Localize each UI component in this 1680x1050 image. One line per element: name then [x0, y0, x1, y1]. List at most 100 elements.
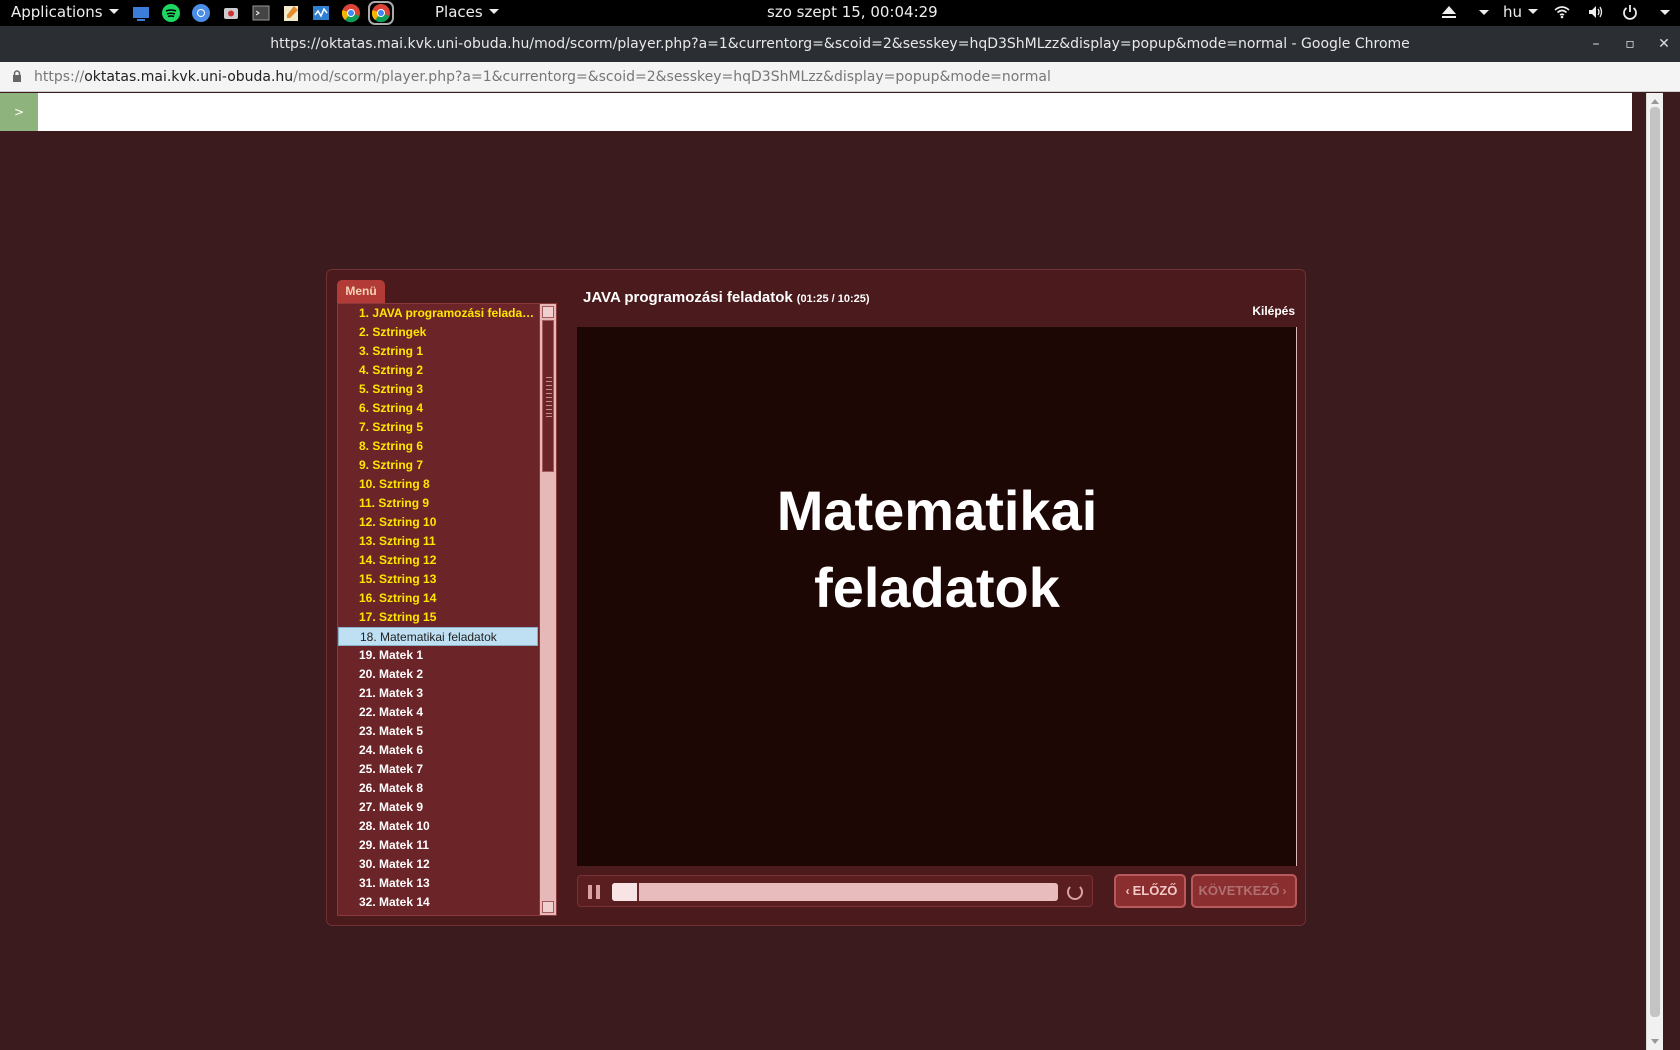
pause-icon[interactable] [588, 885, 601, 899]
previous-button[interactable]: ‹ ELŐZŐ [1114, 874, 1186, 908]
gnome-top-bar: Applications Places szo szept 15, 00:04:… [0, 0, 1680, 26]
menu-item[interactable]: 1. JAVA programozási feladatok [338, 304, 538, 323]
menu-item[interactable]: 24. Matek 6 [338, 741, 538, 760]
clock[interactable]: szo szept 15, 00:04:29 [767, 3, 938, 21]
menu-item[interactable]: 20. Matek 2 [338, 665, 538, 684]
menu-item[interactable]: 9. Sztring 7 [338, 456, 538, 475]
language-label: hu [1502, 3, 1522, 21]
menu-item[interactable]: 3. Sztring 1 [338, 342, 538, 361]
progress-bar[interactable] [612, 883, 1058, 901]
system-tray: hu [1439, 3, 1670, 21]
chrome-active-icon[interactable] [368, 1, 394, 25]
slide-time: (01:25 / 10:25) [796, 293, 870, 305]
minimize-icon[interactable]: – [1590, 26, 1602, 62]
menu-item[interactable]: 21. Matek 3 [338, 684, 538, 703]
menu-item[interactable]: 27. Matek 9 [338, 798, 538, 817]
menu-list: 1. JAVA programozási feladatok 2. Sztring… [338, 304, 538, 915]
address-bar[interactable]: https://oktatas.mai.kvk.uni-obuda.hu/mod… [0, 62, 1680, 92]
window-title-bar: https://oktatas.mai.kvk.uni-obuda.hu/mod… [0, 26, 1680, 62]
url-scheme: https:// [34, 69, 85, 85]
window-controls: – ▫ ✕ [1590, 26, 1670, 62]
menu-item[interactable]: 30. Matek 12 [338, 855, 538, 874]
chevron-down-icon [488, 9, 499, 14]
toc-toggle-button[interactable]: > [0, 93, 38, 131]
menu-item[interactable]: 17. Sztring 15 [338, 608, 538, 627]
replay-icon[interactable] [1067, 884, 1083, 900]
menu-tab[interactable]: Menü [337, 280, 385, 305]
scroll-thumb[interactable] [542, 320, 554, 472]
menu-item[interactable]: 28. Matek 10 [338, 817, 538, 836]
chevron-down-icon [108, 9, 119, 14]
chevron-down-icon [1660, 9, 1670, 15]
slide-title: JAVA programozási feladatok (01:25 / 10:2… [583, 289, 870, 306]
page-scroll-thumb[interactable] [1650, 107, 1660, 1017]
menu-item[interactable]: 6. Sztring 4 [338, 399, 538, 418]
exit-link[interactable]: Kilépés [1252, 304, 1295, 318]
slide-stage: Matematikai feladatok [577, 327, 1297, 866]
places-menu[interactable]: Places [435, 3, 499, 21]
scroll-grip [546, 377, 552, 417]
screenshot-icon[interactable] [220, 3, 242, 23]
playback-controls [577, 875, 1093, 907]
applications-label: Applications [11, 3, 103, 21]
previous-label: ELŐZŐ [1132, 883, 1178, 898]
menu-item[interactable]: 4. Sztring 2 [338, 361, 538, 380]
slide-title-text: JAVA programozási feladatok [583, 289, 793, 306]
menu-item[interactable]: 26. Matek 8 [338, 779, 538, 798]
chevron-left-icon: ‹ [1125, 884, 1130, 898]
spotify-icon[interactable] [160, 3, 182, 23]
power-icon[interactable] [1620, 3, 1640, 21]
chrome-icon[interactable] [340, 3, 362, 23]
eject-icon[interactable] [1439, 3, 1459, 21]
chevron-right-icon: › [1282, 884, 1287, 898]
menu-item[interactable]: 15. Sztring 13 [338, 570, 538, 589]
menu-item[interactable]: 11. Sztring 9 [338, 494, 538, 513]
next-button[interactable]: KÖVETKEZŐ › [1191, 874, 1297, 908]
menu-item[interactable]: 16. Sztring 14 [338, 589, 538, 608]
menu-item[interactable]: 32. Matek 14 [338, 893, 538, 912]
menu-item[interactable]: 14. Sztring 12 [338, 551, 538, 570]
menu-item[interactable]: 10. Sztring 8 [338, 475, 538, 494]
headline-line-2: feladatok [814, 556, 1060, 619]
lock-icon [13, 70, 21, 82]
page-content: > Menü 1. JAVA programozási feladatok 2. … [0, 93, 1663, 1050]
menu-scrollbar[interactable] [539, 304, 556, 915]
next-label: KÖVETKEZŐ [1198, 883, 1280, 898]
menu-item[interactable]: 2. Sztringek [338, 323, 538, 342]
wifi-icon[interactable] [1552, 3, 1572, 21]
page-scrollbar[interactable] [1646, 93, 1663, 1050]
system-monitor-icon[interactable] [310, 3, 332, 23]
scroll-up-button[interactable] [542, 306, 554, 318]
terminal-icon[interactable] [250, 3, 272, 23]
toolbar-strip: > [0, 93, 1632, 131]
menu-item[interactable]: 19. Matek 1 [338, 646, 538, 665]
menu-item[interactable]: 12. Sztring 10 [338, 513, 538, 532]
scroll-down-icon[interactable] [1651, 1039, 1659, 1044]
text-editor-icon[interactable] [280, 3, 302, 23]
chevron-down-icon [1478, 9, 1489, 15]
url-path: /mod/scorm/player.php?a=1&currentorg=&sc… [293, 69, 1051, 85]
menu-item[interactable]: 18. Matematikai feladatok [338, 627, 538, 646]
menu-item[interactable]: 29. Matek 11 [338, 836, 538, 855]
url-text[interactable]: https://oktatas.mai.kvk.uni-obuda.hu/mod… [34, 62, 1051, 92]
close-icon[interactable]: ✕ [1658, 26, 1670, 62]
scroll-down-button[interactable] [542, 901, 554, 913]
menu-item[interactable]: 25. Matek 7 [338, 760, 538, 779]
chevron-down-icon [1528, 9, 1538, 14]
desktop-icon[interactable] [130, 3, 152, 23]
slide-headline: Matematikai feladatok [577, 472, 1297, 626]
menu-item[interactable]: 22. Matek 4 [338, 703, 538, 722]
progress-fill [612, 883, 639, 901]
scroll-up-icon[interactable] [1651, 99, 1659, 104]
menu-item[interactable]: 5. Sztring 3 [338, 380, 538, 399]
menu-item[interactable]: 13. Sztring 11 [338, 532, 538, 551]
volume-icon[interactable] [1586, 3, 1606, 21]
menu-item[interactable]: 31. Matek 13 [338, 874, 538, 893]
language-indicator[interactable]: hu [1503, 3, 1538, 21]
chromium-icon[interactable] [190, 3, 212, 23]
menu-item[interactable]: 23. Matek 5 [338, 722, 538, 741]
applications-menu[interactable]: Applications [11, 3, 119, 21]
menu-item[interactable]: 7. Sztring 5 [338, 418, 538, 437]
maximize-icon[interactable]: ▫ [1624, 26, 1636, 62]
menu-item[interactable]: 8. Sztring 6 [338, 437, 538, 456]
